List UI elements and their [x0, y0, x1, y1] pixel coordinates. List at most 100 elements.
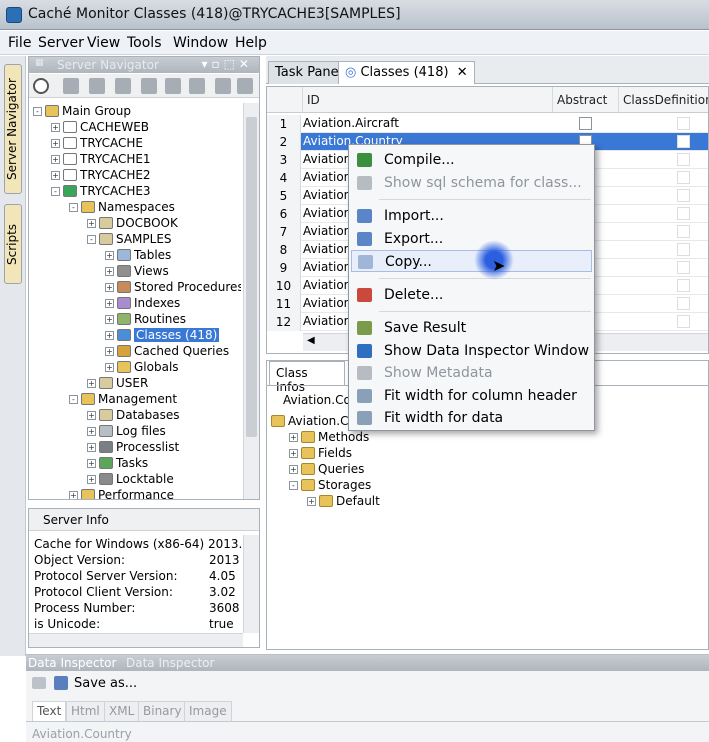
classdefinition-checkbox[interactable] [677, 297, 690, 310]
menu-item[interactable]: Import... [351, 205, 592, 227]
class-tree-node[interactable]: - Storages [289, 477, 371, 493]
tree-node[interactable]: + TRYCACHE1 [51, 151, 151, 167]
classdefinition-checkbox[interactable] [677, 207, 690, 220]
server-info-scrollbar[interactable] [243, 535, 259, 633]
class-tree-node[interactable]: + Fields [289, 445, 352, 461]
scroll-left-icon[interactable]: ◀ [307, 335, 315, 346]
tree-node[interactable]: - TRYCACHE3 [51, 183, 151, 199]
menu-view[interactable]: View [87, 35, 120, 51]
expand-toggle-icon[interactable]: - [87, 235, 96, 244]
inspector-tab[interactable]: Image [184, 701, 232, 721]
classdefinition-checkbox[interactable] [677, 315, 690, 328]
toolbar-icon-6[interactable] [189, 78, 205, 94]
classdefinition-checkbox[interactable] [677, 117, 690, 130]
tree-node[interactable]: + Views [105, 263, 169, 279]
expand-toggle-icon[interactable]: + [87, 379, 96, 388]
cell-id[interactable]: Aviation [303, 152, 351, 166]
menu-item[interactable]: Show Data Inspector Window [351, 340, 592, 362]
save-icon[interactable] [54, 676, 68, 690]
classdefinition-checkbox[interactable] [677, 261, 690, 274]
tree-node[interactable]: + Performance [69, 487, 174, 499]
expand-toggle-icon[interactable]: + [105, 299, 114, 308]
expand-toggle-icon[interactable]: + [105, 283, 114, 292]
expand-toggle-icon[interactable]: + [87, 219, 96, 228]
tree-node[interactable]: + Globals [105, 359, 179, 375]
expand-toggle-icon[interactable]: + [307, 497, 316, 506]
inspector-tab[interactable]: Binary [138, 701, 187, 721]
expand-toggle-icon[interactable]: + [87, 443, 96, 452]
expand-toggle-icon[interactable]: + [105, 331, 114, 340]
tree-node[interactable]: + TRYCACHE2 [51, 167, 151, 183]
tab-server-navigator[interactable]: Server Navigator [4, 64, 22, 194]
menu-item[interactable]: Compile... [351, 149, 592, 171]
tree-node[interactable]: + CACHEWEB [51, 119, 149, 135]
server-info-hscrollbar[interactable] [29, 633, 243, 647]
tree-node[interactable]: - SAMPLES [87, 231, 172, 247]
menu-item[interactable]: Copy... [351, 250, 592, 272]
expand-toggle-icon[interactable]: - [289, 481, 298, 490]
toolbar-icon-2[interactable] [89, 78, 105, 94]
expand-toggle-icon[interactable]: + [87, 475, 96, 484]
toolbar-icon-3[interactable] [115, 78, 131, 94]
expand-toggle-icon[interactable]: + [51, 123, 60, 132]
class-breadcrumb[interactable]: Aviation.Co [283, 393, 351, 407]
class-tree-node[interactable]: + Methods [289, 429, 369, 445]
tab-task-pane[interactable]: Task Pane [268, 61, 346, 84]
cell-id[interactable]: Aviation [303, 224, 351, 238]
expand-toggle-icon[interactable]: - [69, 395, 78, 404]
cell-id[interactable]: Aviation.Aircraft [303, 116, 399, 130]
column-header-abstract[interactable]: Abstract [553, 87, 619, 113]
cell-id[interactable]: Aviation [303, 278, 351, 292]
classdefinition-checkbox[interactable] [677, 225, 690, 238]
menu-item[interactable]: Fit width for column header [351, 385, 592, 407]
classdefinition-checkbox[interactable] [677, 243, 690, 256]
expand-toggle-icon[interactable]: + [105, 315, 114, 324]
inspector-tab[interactable]: XML [104, 701, 140, 721]
tab-scripts[interactable]: Scripts [4, 204, 22, 284]
expand-toggle-icon[interactable]: + [51, 171, 60, 180]
tree-node[interactable]: - Main Group [33, 103, 131, 119]
cell-id[interactable]: Aviation [303, 314, 351, 328]
classdefinition-checkbox[interactable] [677, 153, 690, 166]
inspector-tab[interactable]: Html [66, 701, 105, 721]
menu-server[interactable]: Server [38, 35, 84, 51]
menu-window[interactable]: Window [173, 35, 228, 51]
cell-id[interactable]: Aviation [303, 242, 351, 256]
tree-node[interactable]: + Log files [87, 423, 166, 439]
close-icon[interactable]: ✕ [457, 65, 468, 80]
expand-toggle-icon[interactable]: + [51, 155, 60, 164]
menu-help[interactable]: Help [235, 35, 267, 51]
expand-toggle-icon[interactable]: - [51, 187, 60, 196]
expand-toggle-icon[interactable]: + [51, 139, 60, 148]
expand-toggle-icon[interactable]: + [105, 251, 114, 260]
tree-node[interactable]: + Classes (418) [105, 327, 220, 343]
classdefinition-checkbox[interactable] [677, 135, 690, 148]
tab-class-infos[interactable]: Class Infos [269, 361, 345, 394]
expand-toggle-icon[interactable]: + [289, 449, 298, 458]
tree-node[interactable]: + Stored Procedures [105, 279, 241, 295]
tree-node[interactable]: + Routines [105, 311, 186, 327]
expand-toggle-icon[interactable]: + [69, 491, 78, 499]
cell-id[interactable]: Aviation [303, 296, 351, 310]
menu-tools[interactable]: Tools [127, 35, 162, 51]
navigator-scrollbar[interactable] [243, 103, 259, 499]
toolbar-icon-1[interactable] [63, 78, 79, 94]
table-row[interactable]: 1 Aviation.Aircraft [267, 115, 708, 133]
expand-toggle-icon[interactable]: + [87, 427, 96, 436]
tree-node[interactable]: + Tables [105, 247, 171, 263]
toolbar-icon-5[interactable] [165, 78, 181, 94]
expand-toggle-icon[interactable]: + [87, 459, 96, 468]
classdefinition-checkbox[interactable] [677, 189, 690, 202]
column-header-id[interactable]: ID [303, 87, 553, 113]
tree-node[interactable]: + Processlist [87, 439, 179, 455]
panel-controls-icon[interactable]: ▾▫⬚✕ [201, 57, 253, 71]
expand-toggle-icon[interactable]: + [105, 363, 114, 372]
cell-id[interactable]: Aviation [303, 188, 351, 202]
cell-id[interactable]: Aviation [303, 170, 351, 184]
sort-icon[interactable] [215, 78, 231, 94]
abstract-checkbox[interactable] [579, 117, 592, 130]
menu-item[interactable]: Export... [351, 228, 592, 250]
tree-node[interactable]: + Cached Queries [105, 343, 229, 359]
sort-desc-icon[interactable] [237, 78, 253, 94]
menu-item[interactable]: Fit width for data [351, 407, 592, 429]
